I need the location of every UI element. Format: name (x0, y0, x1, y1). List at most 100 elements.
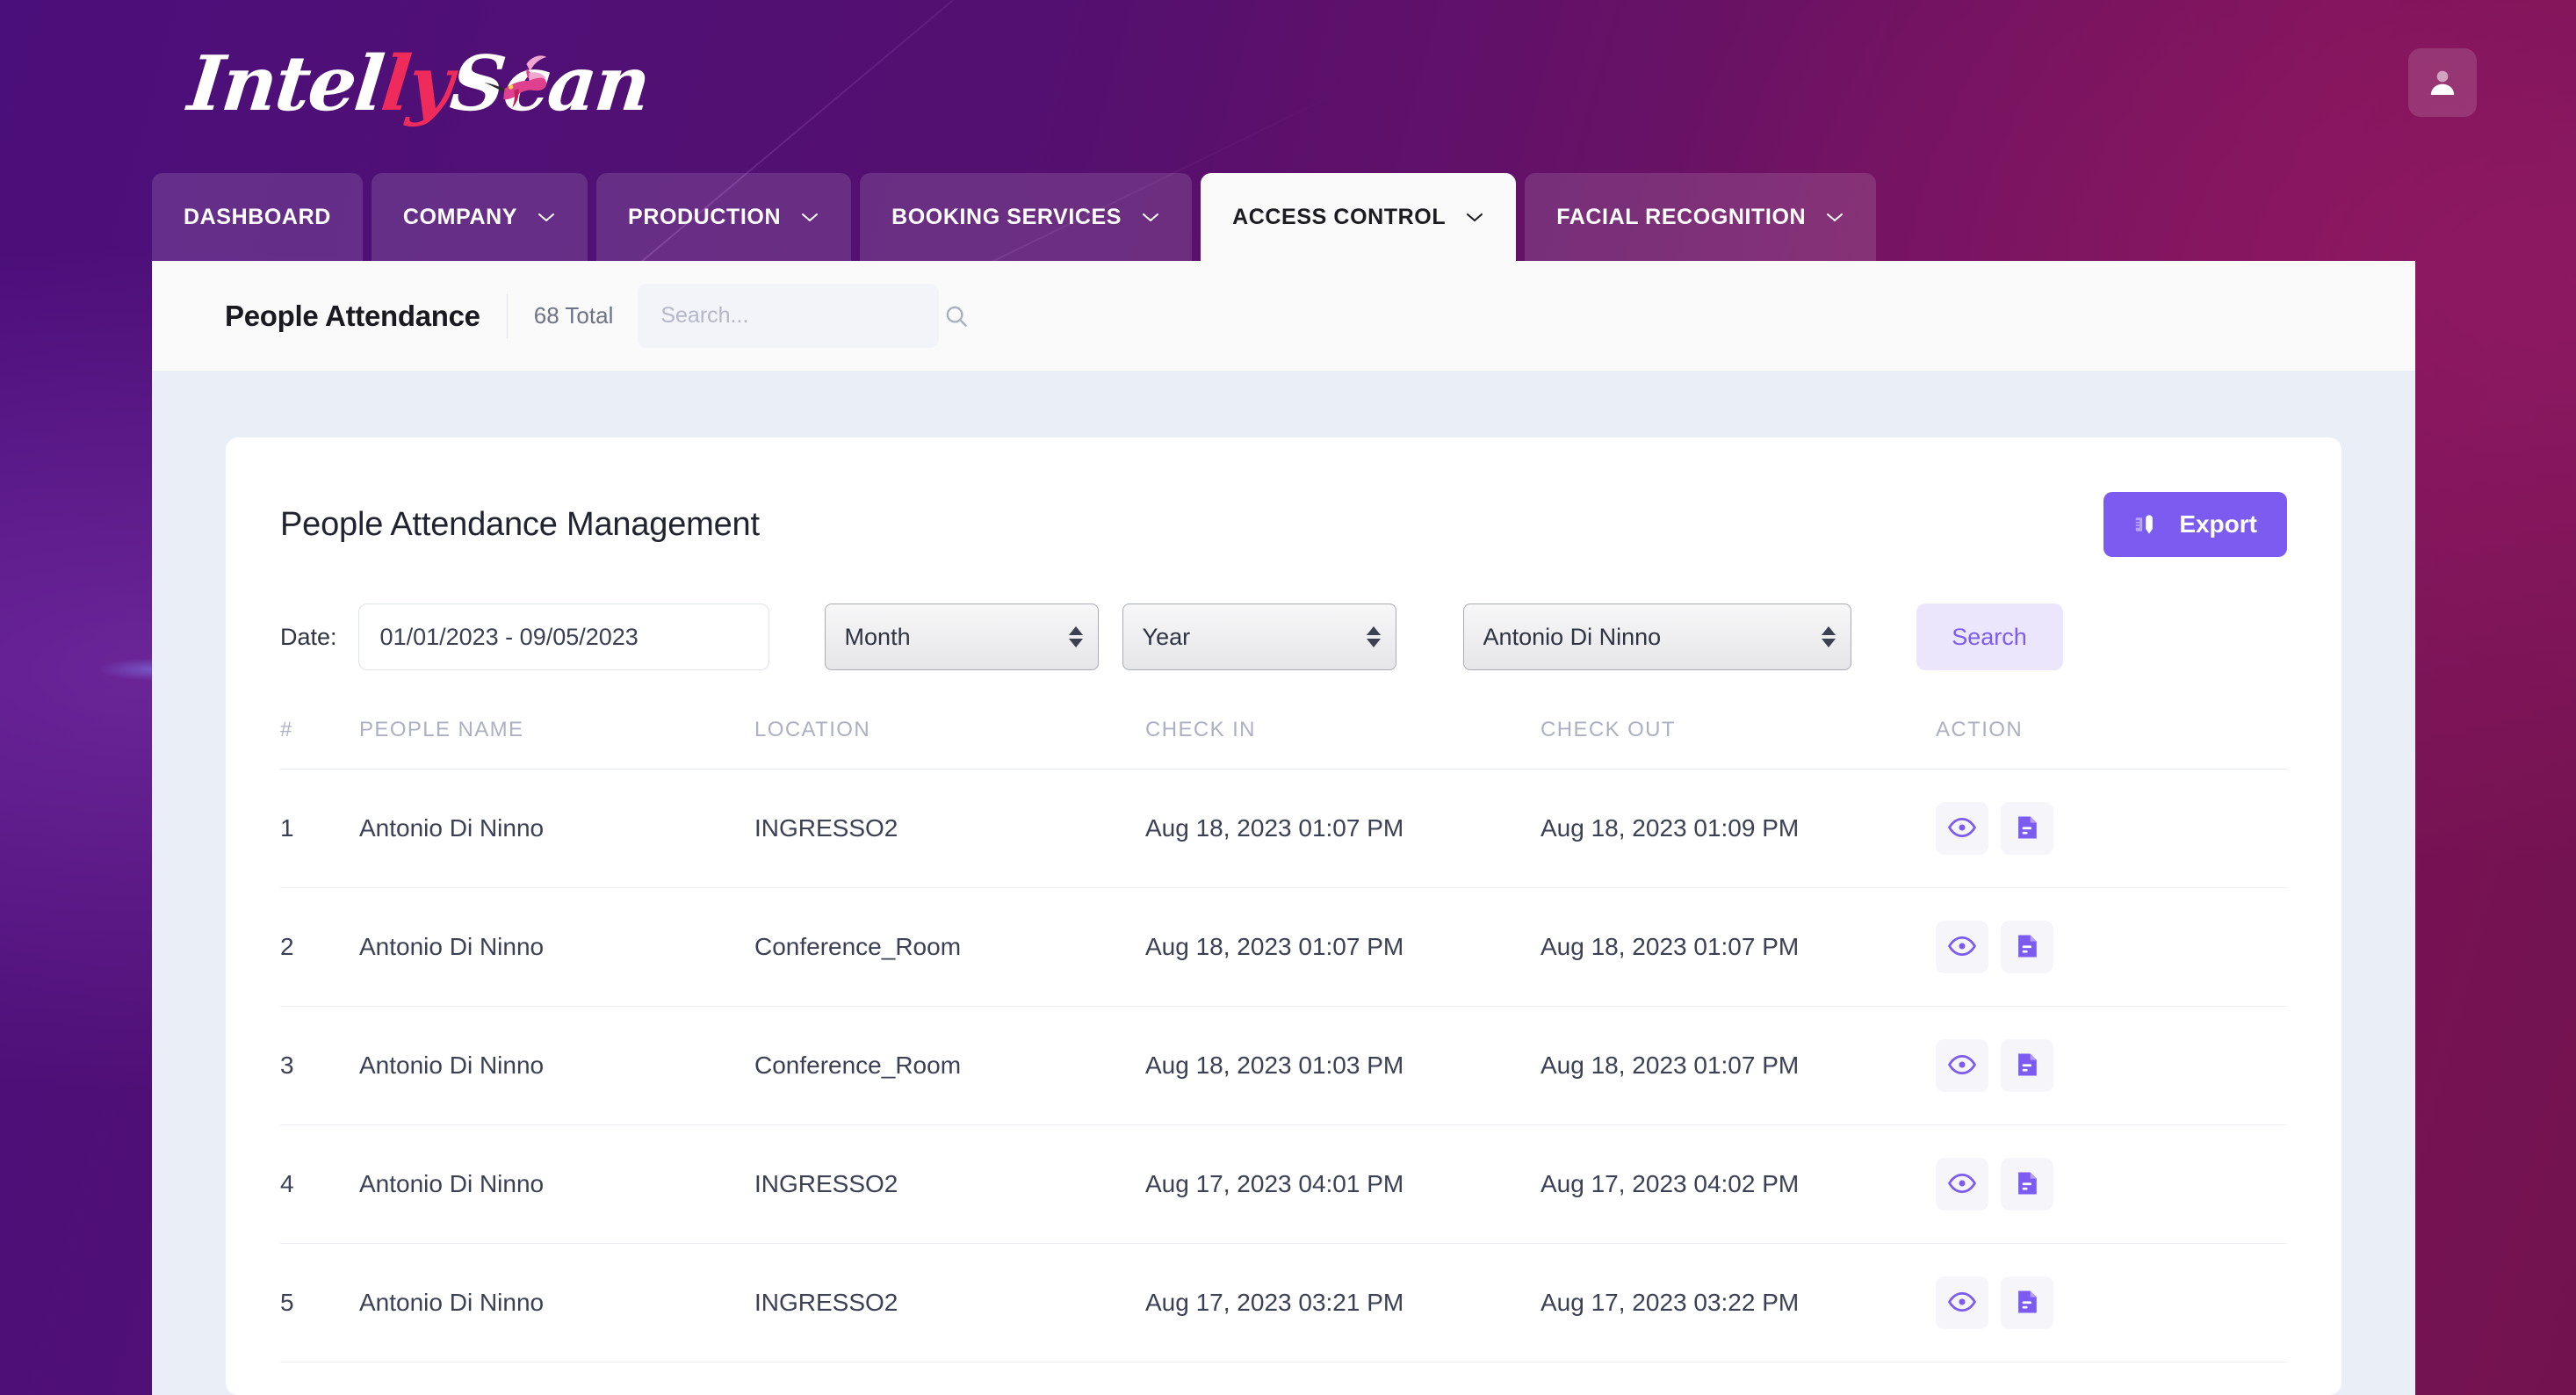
report-button[interactable] (2001, 921, 2053, 973)
cell-check-in: Aug 16, 2023 04:09 PM (1145, 1362, 1541, 1395)
brand-name-part2: Scan (446, 39, 653, 128)
background-ray (2045, 0, 2576, 20)
person-select[interactable]: Antonio Di Ninno (1462, 604, 1851, 670)
filter-bar: Date: Month Year Antonio Di Ninno Search (226, 557, 2341, 670)
chevron-down-icon (1465, 211, 1484, 223)
document-icon (2012, 931, 2042, 964)
table-row[interactable]: 2 Antonio Di Ninno Conference_Room Aug 18, … (280, 887, 2287, 1007)
cell-index: 2 (280, 887, 359, 1007)
report-button[interactable] (2001, 1039, 2053, 1092)
cell-action (1936, 1362, 2287, 1395)
cell-location: INGRESSO2 (754, 769, 1145, 888)
chevron-down-icon (537, 211, 556, 223)
cell-check-in: Aug 17, 2023 03:21 PM (1145, 1243, 1541, 1362)
cell-check-in: Aug 17, 2023 04:01 PM (1145, 1124, 1541, 1244)
year-select[interactable]: Year (1122, 604, 1396, 670)
cell-name: Antonio Di Ninno (359, 1006, 754, 1125)
table-header-row: # PEOPLE NAME LOCATION CHECK IN CHECK OUT ACT… (280, 718, 2287, 770)
nav-tab-label: COMPANY (402, 204, 518, 229)
nav-tab-label: FACIAL RECOGNITION (1556, 204, 1807, 229)
search-icon[interactable] (943, 303, 970, 329)
table-row[interactable]: 5 Antonio Di Ninno INGRESSO2 Aug 17, 2023 0… (280, 1243, 2287, 1362)
view-button[interactable] (1936, 921, 1988, 973)
nav-tab-label: PRODUCTION (628, 204, 782, 229)
cell-name: Antonio Di Ninno (359, 1124, 754, 1244)
table-row[interactable]: 4 Antonio Di Ninno INGRESSO2 Aug 17, 2023 0… (280, 1124, 2287, 1244)
search-input[interactable] (660, 303, 944, 329)
report-button[interactable] (2001, 1276, 2053, 1329)
cell-check-out: Aug 17, 2023 04:02 PM (1541, 1124, 1936, 1244)
card-title: People Attendance Management (280, 505, 760, 543)
cell-check-in: Aug 18, 2023 01:07 PM (1145, 887, 1541, 1007)
cell-check-out: Aug 18, 2023 01:07 PM (1541, 887, 1936, 1007)
brand-name-accent: ly (377, 39, 456, 128)
cell-name: Antonio Di Ninno (359, 887, 754, 1007)
cell-check-out: Aug 16, 2023 04:10 PM (1541, 1362, 1936, 1395)
column-header-action: ACTION (1936, 718, 2287, 770)
cell-check-out: Aug 18, 2023 01:07 PM (1541, 1006, 1936, 1125)
nav-tab-facial-recognition[interactable]: FACIAL RECOGNITION (1525, 173, 1877, 261)
cell-index: 1 (280, 769, 359, 888)
export-button-label: Export (2179, 510, 2257, 538)
table-body: 1 Antonio Di Ninno INGRESSO2 Aug 18, 2023 0… (280, 769, 2287, 1395)
date-range-input[interactable] (357, 604, 769, 670)
cell-index: 5 (280, 1243, 359, 1362)
cell-location: INGRESSO2 (754, 1362, 1145, 1395)
view-button[interactable] (1936, 1276, 1988, 1329)
view-button[interactable] (1936, 802, 1988, 855)
month-select[interactable]: Month (824, 604, 1099, 670)
column-header-check-out: CHECK OUT (1541, 718, 1936, 770)
table-row[interactable]: 3 Antonio Di Ninno Conference_Room Aug 18, … (280, 1006, 2287, 1125)
nav-tab-dashboard[interactable]: DASHBOARD (152, 173, 363, 261)
sub-header: People Attendance 68 Total (152, 261, 2415, 371)
nav-tab-booking-services[interactable]: BOOKING SERVICES (860, 173, 1193, 261)
document-icon (2012, 1050, 2042, 1082)
action-buttons (1936, 1158, 2287, 1211)
month-select-wrapper: Month (824, 604, 1099, 670)
attendance-card: People Attendance Management Export Date… (226, 437, 2341, 1395)
cell-action (1936, 887, 2287, 1007)
page-title: People Attendance (225, 299, 480, 332)
nav-tab-access-control[interactable]: ACCESS CONTROL (1201, 173, 1517, 261)
table-row[interactable]: 6Antonio Di NinnoINGRESSO2Aug 16, 2023 0… (280, 1362, 2287, 1395)
report-button[interactable] (2001, 1158, 2053, 1211)
document-icon (2012, 1168, 2042, 1201)
report-button[interactable] (2001, 802, 2053, 855)
action-buttons (1936, 1276, 2287, 1329)
brand-logo[interactable]: IntellyScan (184, 16, 663, 152)
search-box[interactable] (638, 284, 968, 348)
eye-icon (1947, 1287, 1977, 1319)
avatar[interactable] (2408, 48, 2477, 117)
hummingbird-icon (484, 54, 547, 108)
action-buttons (1936, 921, 2287, 973)
nav-tab-production[interactable]: PRODUCTION (596, 173, 852, 261)
document-icon (2012, 813, 2042, 845)
nav-tab-company[interactable]: COMPANY (371, 173, 588, 261)
chevron-down-icon (1825, 211, 1844, 223)
brand-name-part1: Intel (184, 39, 387, 128)
column-header-location: LOCATION (754, 718, 1145, 770)
cell-location: INGRESSO2 (754, 1243, 1145, 1362)
eye-icon (1947, 1050, 1977, 1082)
cell-index: 3 (280, 1006, 359, 1125)
column-header-check-in: CHECK IN (1145, 718, 1541, 770)
divider (506, 293, 508, 338)
attendance-table-wrapper: # PEOPLE NAME LOCATION CHECK IN CHECK OUT ACT… (226, 718, 2341, 1395)
year-select-wrapper: Year (1122, 604, 1396, 670)
cell-check-in: Aug 18, 2023 01:07 PM (1145, 769, 1541, 888)
cell-check-out: Aug 17, 2023 03:22 PM (1541, 1243, 1936, 1362)
view-button[interactable] (1936, 1039, 1988, 1092)
eye-icon (1947, 931, 1977, 964)
user-icon (2430, 70, 2455, 95)
brand-wordmark: IntellyScan (184, 40, 653, 128)
column-header-: # (280, 718, 359, 770)
export-button[interactable]: Export (2103, 492, 2287, 557)
cell-location: Conference_Room (754, 1006, 1145, 1125)
nav-tab-label: BOOKING SERVICES (891, 204, 1122, 229)
cell-name: Antonio Di Ninno (359, 1243, 754, 1362)
table-row[interactable]: 1 Antonio Di Ninno INGRESSO2 Aug 18, 2023 0… (280, 769, 2287, 888)
cell-location: Conference_Room (754, 887, 1145, 1007)
attendance-table: # PEOPLE NAME LOCATION CHECK IN CHECK OUT ACT… (280, 718, 2287, 1395)
view-button[interactable] (1936, 1158, 1988, 1211)
search-button[interactable]: Search (1916, 604, 2063, 670)
